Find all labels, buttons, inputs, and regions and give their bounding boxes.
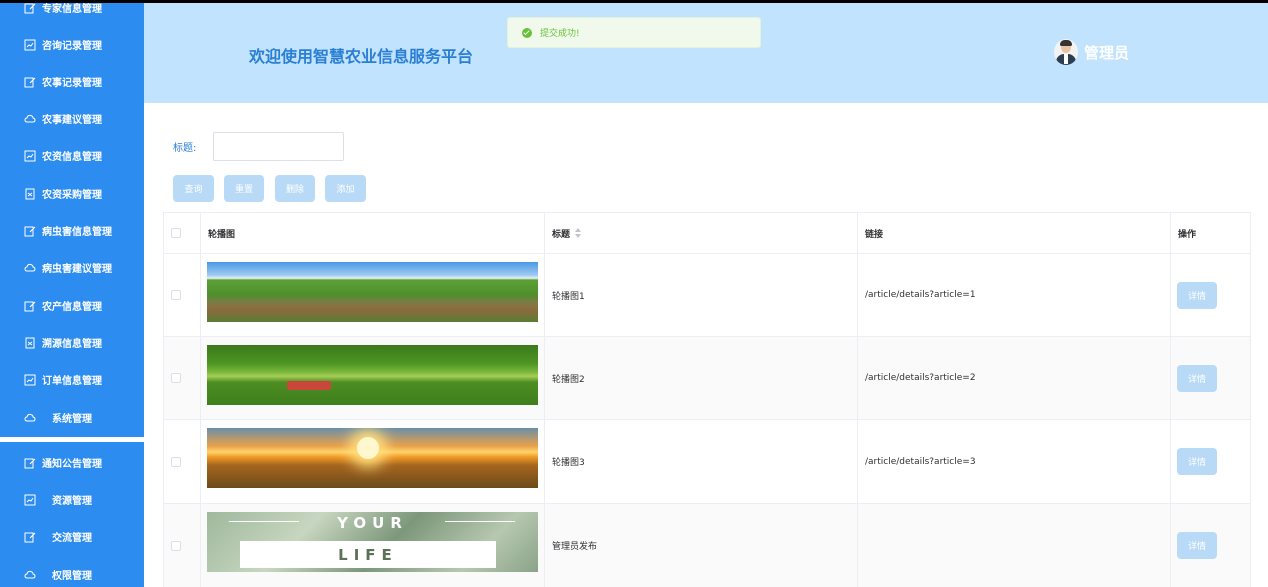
sidebar-item[interactable]: 溯源信息管理 <box>0 324 144 361</box>
row-checkbox[interactable] <box>171 290 181 300</box>
row-link: /article/details?article=2 <box>865 373 976 383</box>
sidebar-item[interactable]: 病虫害建议管理 <box>0 249 144 286</box>
edit-icon <box>24 300 36 312</box>
cloud-icon <box>24 412 36 424</box>
sidebar-item-label: 专家信息管理 <box>42 4 102 15</box>
row-link: /article/details?article=1 <box>865 290 976 300</box>
sidebar-item[interactable]: 农产信息管理 <box>0 287 144 324</box>
sidebar-item-label: 资源管理 <box>52 496 92 507</box>
sidebar-item-label: 农事建议管理 <box>42 115 102 126</box>
table-row: 轮播图1 /article/details?article=1 详情 <box>164 254 1250 337</box>
chart-icon <box>24 374 36 386</box>
reset-button[interactable]: 重置 <box>224 175 264 202</box>
detail-button[interactable]: 详情 <box>1177 281 1217 309</box>
query-button[interactable]: 查询 <box>173 175 214 202</box>
sidebar-item-label: 订单信息管理 <box>42 376 102 387</box>
row-link: /article/details?article=3 <box>865 456 976 467</box>
sidebar-item-label: 溯源信息管理 <box>42 339 102 350</box>
row-title: 轮播图2 <box>552 374 585 385</box>
sidebar-item[interactable]: 农事记录管理 <box>0 63 144 100</box>
sidebar-item-label: 通知公告管理 <box>42 459 102 470</box>
document-icon <box>24 337 36 349</box>
sidebar-item[interactable]: 系统管理 <box>0 399 144 436</box>
chart-icon <box>24 150 36 162</box>
sidebar-item[interactable]: 农事建议管理 <box>0 100 144 137</box>
cloud-icon <box>24 569 36 581</box>
delete-button[interactable]: 删除 <box>275 175 315 202</box>
edit-icon <box>24 76 36 88</box>
chart-icon <box>24 39 36 51</box>
carousel-image <box>207 345 538 405</box>
table-header-row: 轮播图 标题 链接 操作 <box>164 213 1250 254</box>
sidebar-item[interactable]: 资源管理 <box>0 481 144 518</box>
sidebar-item-label: 农产信息管理 <box>42 302 102 313</box>
user-name: 管理员 <box>1084 43 1130 62</box>
sidebar-item[interactable]: 专家信息管理 <box>0 3 144 26</box>
edit-icon <box>24 457 36 469</box>
image-text-top: YOUR <box>337 514 408 532</box>
detail-button[interactable]: 详情 <box>1177 448 1217 475</box>
sidebar-item[interactable]: 通知公告管理 <box>0 444 144 481</box>
title-filter-label: 标题: <box>173 143 197 154</box>
sidebar-item-label: 病虫害建议管理 <box>42 264 112 275</box>
sidebar-item-label: 权限管理 <box>52 571 92 582</box>
sidebar-divider <box>0 437 144 442</box>
row-title: 轮播图1 <box>552 291 585 302</box>
site-title: 欢迎使用智慧农业信息服务平台 <box>249 47 474 66</box>
table-row: 轮播图3 /article/details?article=3 详情 <box>164 420 1250 504</box>
column-header-title: 标题 <box>552 229 571 240</box>
success-toast: 提交成功! <box>507 17 761 48</box>
document-icon <box>24 188 36 200</box>
sidebar: 专家信息管理 咨询记录管理 农事记录管理 农事建议管理 农资信息管理 农资采购管理 病虫害信… <box>0 3 144 587</box>
image-text-bottom: LIFE <box>338 545 398 564</box>
row-checkbox[interactable] <box>171 540 181 551</box>
sidebar-item-label: 农资采购管理 <box>42 190 102 201</box>
select-all-checkbox[interactable] <box>171 228 181 238</box>
avatar <box>1054 39 1078 65</box>
chart-icon <box>24 494 36 506</box>
add-button[interactable]: 添加 <box>325 175 366 202</box>
row-title: 轮播图3 <box>552 458 585 468</box>
row-checkbox[interactable] <box>171 373 181 383</box>
user-menu[interactable]: 管理员 <box>1054 39 1129 65</box>
row-title: 管理员发布 <box>552 542 598 552</box>
toast-message: 提交成功! <box>540 29 580 39</box>
sidebar-item[interactable]: 农资采购管理 <box>0 175 144 212</box>
row-checkbox[interactable] <box>171 456 181 467</box>
sidebar-item-label: 农事记录管理 <box>42 78 102 89</box>
sort-icon[interactable] <box>575 228 582 238</box>
sidebar-item-label: 系统管理 <box>52 414 92 425</box>
carousel-table: 轮播图 标题 链接 操作 轮播图1 /article/details?artic… <box>163 212 1251 587</box>
title-filter-input[interactable] <box>213 132 344 161</box>
check-circle-icon <box>522 27 532 38</box>
edit-icon <box>24 3 36 14</box>
column-header-link: 链接 <box>865 229 884 240</box>
sidebar-item[interactable]: 农资信息管理 <box>0 137 144 174</box>
edit-icon <box>24 225 36 237</box>
sidebar-item-label: 交流管理 <box>52 533 92 544</box>
cloud-icon <box>24 113 36 125</box>
edit-icon <box>24 531 36 543</box>
carousel-image <box>207 428 538 488</box>
carousel-image: YOUR LIFE <box>207 512 538 572</box>
cloud-icon <box>24 262 36 274</box>
detail-button[interactable]: 详情 <box>1177 532 1217 559</box>
sidebar-item[interactable]: 咨询记录管理 <box>0 26 144 63</box>
sidebar-item[interactable]: 交流管理 <box>0 518 144 555</box>
table-row: 轮播图2 /article/details?article=2 详情 <box>164 337 1250 420</box>
sidebar-item-label: 咨询记录管理 <box>42 41 102 52</box>
sidebar-item[interactable]: 病虫害信息管理 <box>0 212 144 249</box>
detail-button[interactable]: 详情 <box>1177 364 1217 392</box>
sidebar-item[interactable]: 权限管理 <box>0 556 144 587</box>
carousel-image <box>207 262 538 322</box>
sidebar-item-label: 病虫害信息管理 <box>42 227 112 238</box>
sidebar-item-label: 农资信息管理 <box>42 152 102 163</box>
table-row: YOUR LIFE 管理员发布 详情 <box>164 504 1250 587</box>
column-header-action: 操作 <box>1178 229 1197 240</box>
sidebar-item[interactable]: 订单信息管理 <box>0 361 144 398</box>
column-header-image: 轮播图 <box>208 229 236 240</box>
